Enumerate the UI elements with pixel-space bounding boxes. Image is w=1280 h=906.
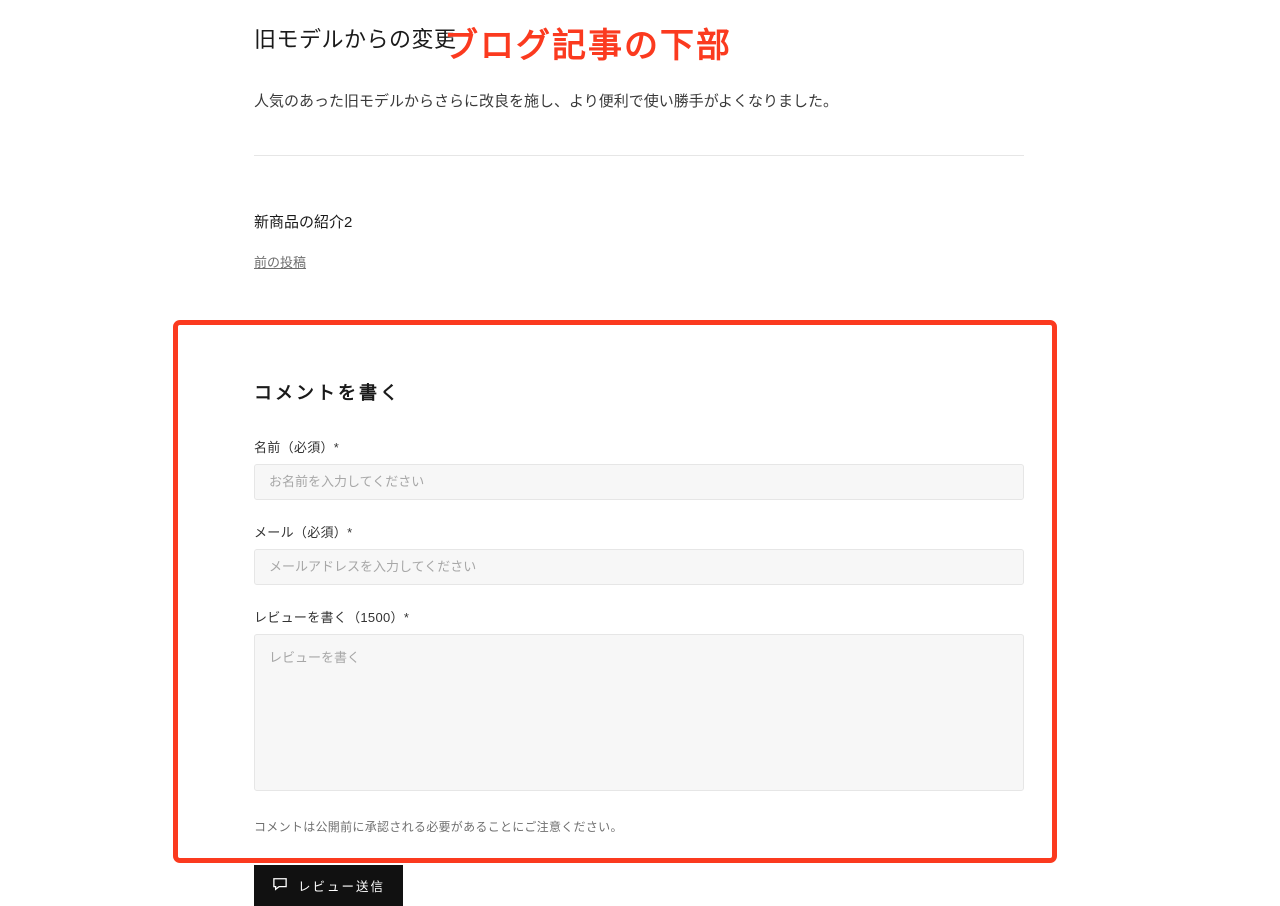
name-input[interactable] — [254, 464, 1024, 500]
article-body: 人気のあった旧モデルからさらに改良を施し、より便利で使い勝手がよくなりました。 — [254, 89, 1024, 115]
post-navigation: 新商品の紹介2 前の投稿 — [254, 156, 1024, 322]
email-group: メール（必須）* — [254, 522, 1024, 585]
review-textarea[interactable] — [254, 634, 1024, 791]
email-input[interactable] — [254, 549, 1024, 585]
submit-button-label: レビュー送信 — [298, 876, 385, 895]
review-label: レビューを書く（1500）* — [254, 607, 1024, 626]
name-label: 名前（必須）* — [254, 437, 1024, 456]
prev-post-title: 新商品の紹介2 — [254, 211, 1024, 232]
comment-note: コメントは公開前に承認される必要があることにご注意ください。 — [254, 818, 1024, 835]
review-group: レビューを書く（1500）* — [254, 607, 1024, 796]
prev-post-link[interactable]: 前の投稿 — [254, 255, 306, 270]
email-label: メール（必須）* — [254, 522, 1024, 541]
comment-section: コメントを書く 名前（必須）* メール（必須）* レビューを書く（1500）* … — [254, 323, 1024, 906]
comment-heading: コメントを書く — [254, 379, 1024, 405]
name-group: 名前（必須）* — [254, 437, 1024, 500]
submit-button[interactable]: レビュー送信 — [254, 865, 403, 906]
article-title: 旧モデルからの変更 — [254, 22, 1024, 54]
comment-icon — [272, 877, 288, 894]
